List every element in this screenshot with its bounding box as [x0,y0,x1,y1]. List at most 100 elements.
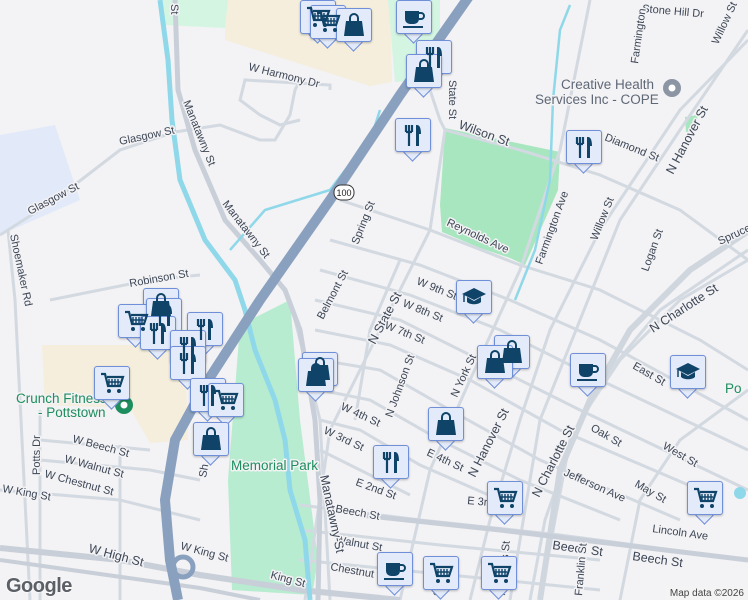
street-label: N Johnson St [384,353,418,419]
marker-box [94,366,130,400]
poi-marker-food[interactable] [395,118,431,162]
school-icon [675,359,701,385]
poi-marker-food[interactable] [373,445,409,489]
marker-box [428,407,464,441]
shopping-bag-icon [482,349,508,375]
marker-box [687,481,723,515]
poi-marker-bag[interactable] [193,422,229,466]
map-canvas[interactable]: 100 St Manatawny St Manatawny St Glasgow… [0,0,748,600]
restaurant-icon [175,350,201,376]
street-label: East St [631,360,668,388]
poi-marker-edu[interactable] [670,355,706,399]
street-label: Willow St [710,0,740,46]
poi-marker-cafe[interactable] [396,0,432,44]
shopping-bag-icon [198,426,224,452]
street-label: W King St [1,483,51,503]
marker-box [406,54,442,88]
marker-box [373,445,409,479]
map-attribution[interactable]: Map data ©2026 [665,587,748,600]
street-label: Stone Hill Dr [642,3,705,20]
street-label: W 8th St [401,298,445,325]
street-label: E 3r [467,495,488,509]
marker-box [570,353,606,387]
street-label: St [168,4,180,14]
street-label: N Hanover St [663,103,711,176]
street-label: State St [446,80,458,119]
poi-marker-cafe[interactable] [570,353,606,397]
route-number: 100 [336,188,351,198]
pond [734,487,746,499]
poi-marker-food[interactable] [566,130,602,174]
cafe-icon [382,556,408,582]
place-label[interactable]: Memorial Park [230,457,320,475]
cafe-icon [575,357,601,383]
shopping-cart-icon [492,485,518,511]
marker-box [477,345,513,379]
poi-marker-bag[interactable] [406,54,442,98]
map-base: 100 St Manatawny St Manatawny St Glasgow… [0,0,748,600]
cafe-icon [401,4,427,30]
marker-box [566,130,602,164]
shopping-bag-icon [411,58,437,84]
shopping-bag-icon [341,12,367,38]
street-label: Spring St [350,200,378,246]
shopping-bag-icon [303,362,329,388]
shopping-bag-icon [433,411,459,437]
marker-box [396,0,432,34]
poi-marker-cart[interactable] [423,556,459,600]
shopping-cart-icon [315,9,341,35]
street-label: Farmington [629,8,649,65]
shopping-cart-icon [486,560,512,586]
street-label: Glasgow St [118,125,176,148]
poi-marker-cart[interactable] [481,556,517,600]
street-label: W Beech St [71,433,130,460]
marker-box [336,8,372,42]
place-label[interactable]: Po [724,380,744,398]
place-pin-icon[interactable] [663,79,681,97]
street-label: Robinson St [128,268,189,290]
restaurant-icon [571,134,597,160]
poi-marker-edu[interactable] [456,280,492,324]
street-label: Manatawny St [220,198,272,260]
shopping-cart-icon [99,370,125,396]
poi-marker-cart[interactable] [487,481,523,525]
poi-marker-bag[interactable] [298,358,334,402]
poi-marker-cart[interactable] [687,481,723,525]
marker-box [395,118,431,152]
poi-marker-bag[interactable] [477,345,513,389]
shopping-cart-icon [428,560,454,586]
water-area [0,125,80,235]
marker-box [456,280,492,314]
restaurant-icon [400,122,426,148]
shopping-cart-icon [213,387,239,413]
street-label: W High St [87,541,145,569]
shopping-cart-icon [692,485,718,511]
street-label: Potts Dr [31,435,43,475]
marker-box [170,346,206,380]
poi-marker-cart[interactable] [208,383,244,427]
marker-box [193,422,229,456]
street-label: Belmont St [315,268,351,321]
marker-box [208,383,244,417]
school-icon [461,284,487,310]
street-label: Chestnut [329,561,374,580]
place-label[interactable]: Creative Health [560,76,656,94]
street-label: West St [661,440,700,470]
street-label: Jefferson Ave [562,467,627,505]
poi-marker-cafe[interactable] [377,552,413,596]
marker-box [140,316,176,350]
poi-marker-cart[interactable] [94,366,130,410]
restaurant-icon [378,449,404,475]
street-label: Lincoln Ave [652,523,709,543]
google-logo: Google [6,575,72,597]
street-label: Logan St [640,228,666,273]
marker-box [298,358,334,392]
poi-marker-bag[interactable] [336,8,372,52]
marker-box [423,556,459,590]
poi-marker-bag[interactable] [428,407,464,451]
route-100-shield: 100 [333,184,355,201]
marker-box [377,552,413,586]
street-label: Diamond St [603,132,661,165]
street-label: W King St [179,540,229,564]
place-label[interactable]: Services Inc - COPE [534,91,661,109]
